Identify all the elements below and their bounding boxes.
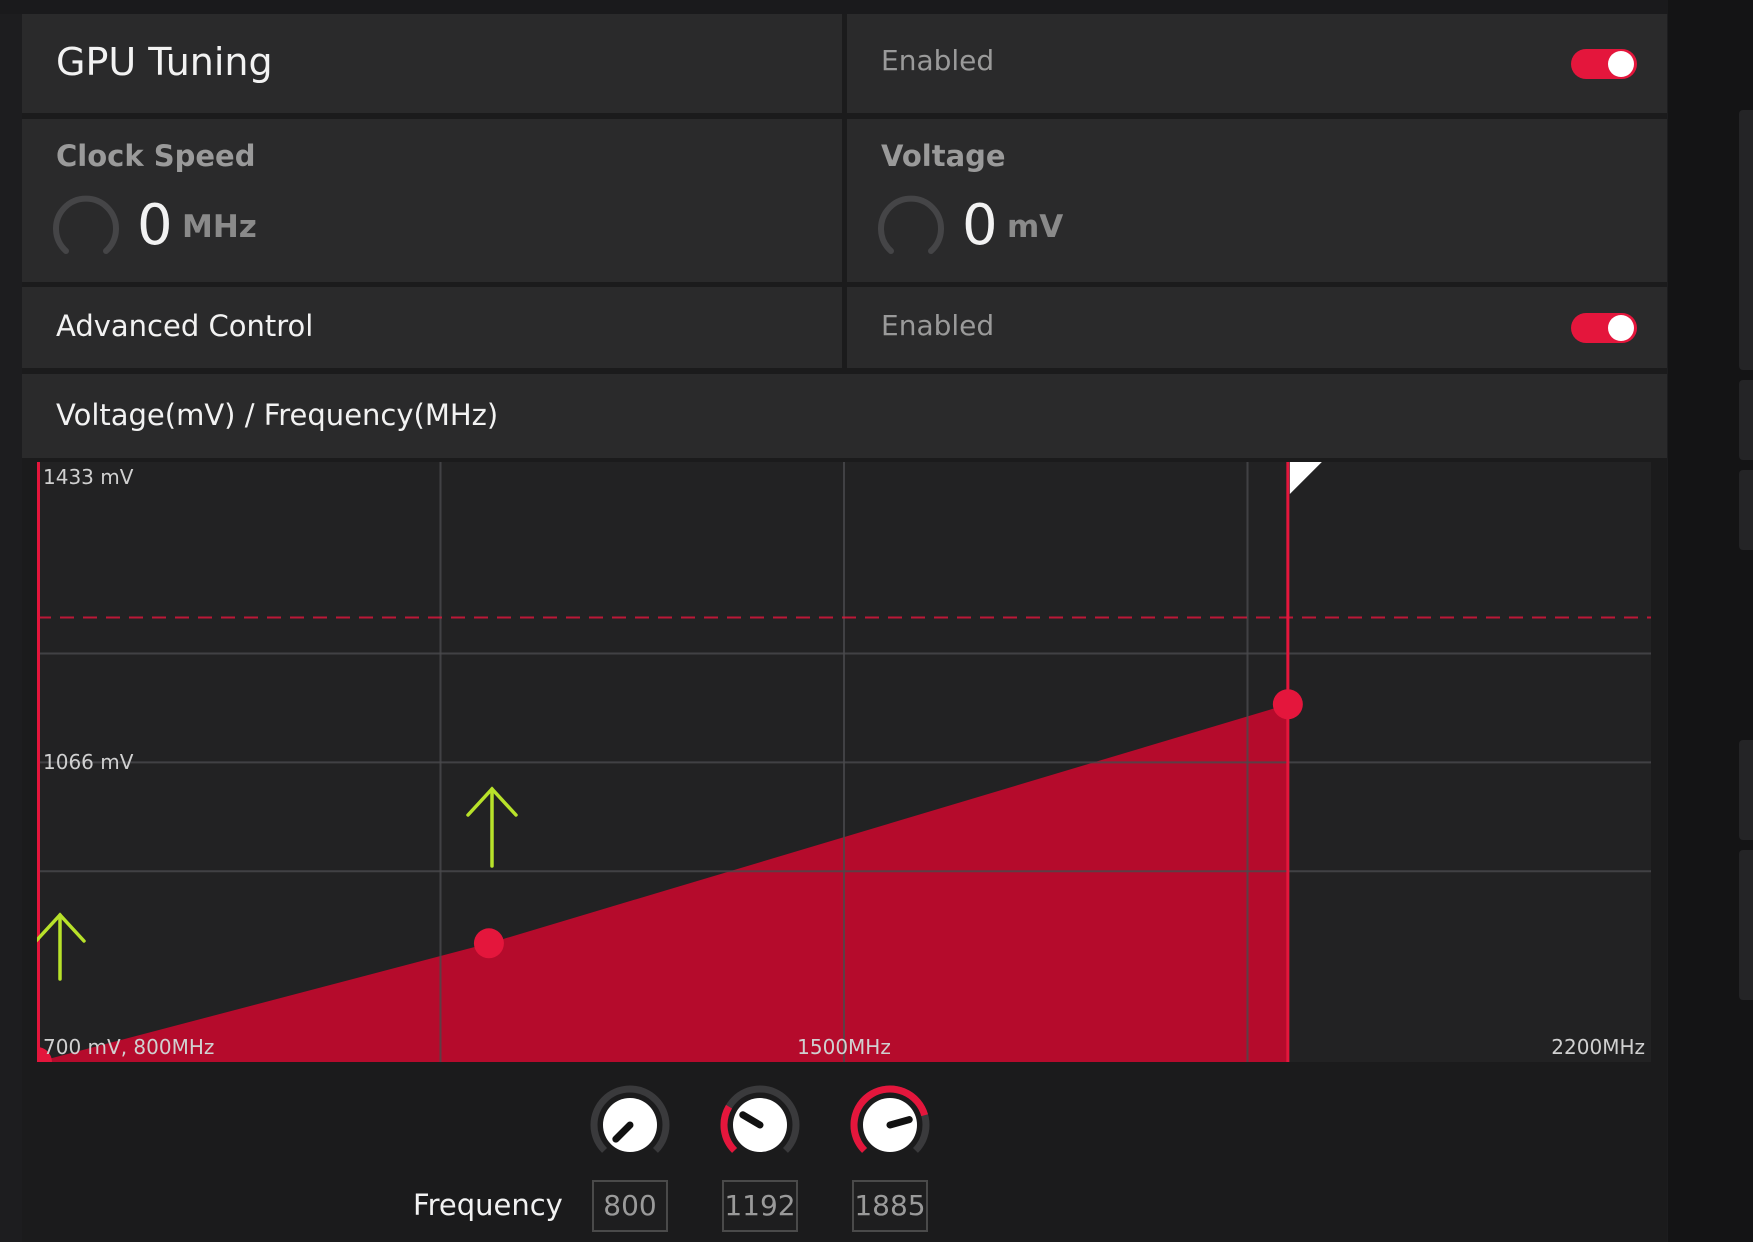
voltage-value: 0 (962, 193, 998, 258)
advanced-control-toggle[interactable] (1571, 313, 1637, 343)
voltage-frequency-chart[interactable]: 1433 mV 1066 mV 700 mV, 800MHz 1500MHz 2200M… (37, 462, 1651, 1062)
curve-point (1272, 689, 1303, 720)
x-axis-label-mid: 1500MHz (797, 1035, 891, 1059)
side-tab[interactable] (1739, 470, 1753, 550)
advanced-control-header: Advanced Control (22, 287, 842, 368)
knob-dial-icon (590, 1085, 670, 1153)
frequency-value-field[interactable]: 1192 (722, 1180, 798, 1232)
frequency-knob[interactable] (588, 1083, 672, 1167)
page-title: GPU Tuning (56, 40, 273, 84)
side-tab[interactable] (1739, 110, 1753, 370)
frequency-value-field[interactable]: 1885 (852, 1180, 928, 1232)
voltage-unit: mV (1007, 209, 1064, 245)
side-tab[interactable] (1739, 850, 1753, 1000)
x-axis-label-max: 2200MHz (1551, 1035, 1645, 1059)
gpu-tuning-header: GPU Tuning (22, 14, 842, 113)
side-tab[interactable] (1739, 380, 1753, 460)
toggle-knob (1608, 51, 1634, 77)
voltage-gauge-icon (878, 195, 944, 254)
graph-title-bar: Voltage(mV) / Frequency(MHz) (22, 374, 1667, 458)
clock-speed-label: Clock Speed (56, 139, 256, 173)
knob-dial-icon (720, 1085, 800, 1153)
gpu-tuning-toggle[interactable] (1571, 49, 1637, 79)
y-axis-label-mid: 1066 mV (43, 750, 134, 774)
clock-speed-gauge-icon (53, 195, 119, 254)
frequency-knob[interactable] (718, 1083, 802, 1167)
advanced-control-status: Enabled (847, 287, 1667, 368)
clock-speed-panel: Clock Speed 0 MHz (22, 119, 842, 282)
max-limit-handle (1289, 462, 1322, 494)
voltage-panel: Voltage 0 mV (847, 119, 1667, 282)
side-tab[interactable] (1739, 740, 1753, 840)
x-axis-label-min: 700 mV, 800MHz (43, 1035, 214, 1059)
voltage-frequency-chart-svg: 1433 mV 1066 mV 700 mV, 800MHz 1500MHz 2200M… (37, 462, 1651, 1062)
y-axis-label-max: 1433 mV (43, 465, 134, 489)
up-arrow-icon (466, 786, 518, 868)
gpu-tuning-status-label: Enabled (881, 44, 995, 77)
clock-speed-unit: MHz (182, 209, 257, 245)
voltage-label: Voltage (881, 139, 1006, 173)
frequency-label: Frequency (413, 1188, 563, 1222)
advanced-control-label: Advanced Control (56, 309, 314, 343)
up-arrow-icon (37, 912, 86, 981)
clock-speed-value: 0 (137, 193, 173, 258)
advanced-control-status-label: Enabled (881, 309, 995, 342)
right-side-panel (1668, 0, 1753, 1242)
gpu-tuning-status: Enabled (847, 14, 1667, 113)
curve-point (473, 928, 504, 959)
curve-area (37, 704, 1288, 1062)
frequency-value-field[interactable]: 800 (592, 1180, 668, 1232)
frequency-knob[interactable] (848, 1083, 932, 1167)
graph-title: Voltage(mV) / Frequency(MHz) (56, 398, 499, 432)
window-top-bar (0, 0, 1753, 14)
knob-dial-icon (850, 1085, 930, 1153)
toggle-knob (1608, 315, 1634, 341)
